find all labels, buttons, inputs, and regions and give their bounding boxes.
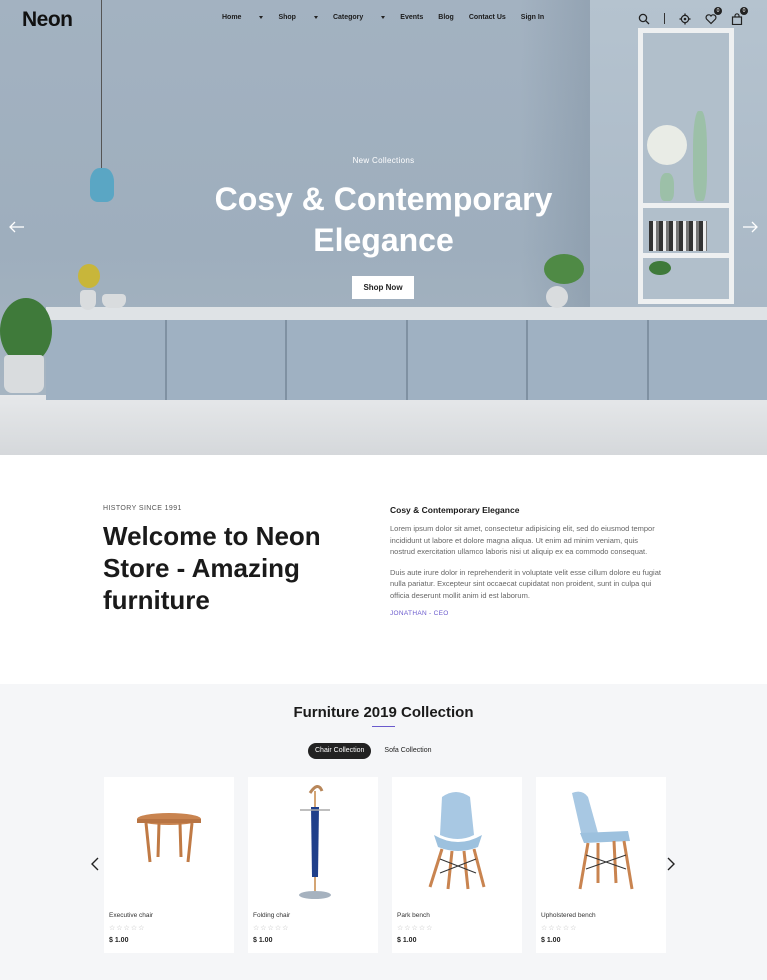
wishlist-count-badge: 0 bbox=[714, 7, 722, 15]
product-price: $ 1.00 bbox=[397, 937, 417, 944]
hero-cabinet bbox=[46, 320, 767, 400]
product-name[interactable]: Park bench bbox=[397, 912, 430, 919]
about-text-block: Cosy & Contemporary Elegance Lorem ipsum… bbox=[390, 505, 665, 617]
product-card[interactable]: Folding chair ☆☆☆☆☆ $ 1.00 bbox=[248, 777, 378, 953]
product-name[interactable]: Upholstered bench bbox=[541, 912, 596, 919]
chevron-down-icon bbox=[381, 15, 386, 19]
product-rating: ☆☆☆☆☆ bbox=[397, 925, 434, 932]
carousel-next-icon[interactable] bbox=[666, 856, 676, 872]
product-image[interactable] bbox=[536, 777, 666, 907]
product-name[interactable]: Folding chair bbox=[253, 912, 290, 919]
nav-item-blog[interactable]: Blog bbox=[438, 14, 454, 21]
main-menu: Home Shop Category Events Blog Contact U… bbox=[222, 14, 559, 21]
hero-counter-top bbox=[46, 307, 767, 320]
product-card[interactable]: Executive chair ☆☆☆☆☆ $ 1.00 bbox=[104, 777, 234, 953]
hero-next-arrow-icon[interactable] bbox=[741, 220, 759, 234]
product-image[interactable] bbox=[392, 777, 522, 907]
hero-prev-arrow-icon[interactable] bbox=[8, 220, 26, 234]
about-paragraph-2: Duis aute irure dolor in reprehenderit i… bbox=[390, 567, 661, 600]
product-image[interactable] bbox=[248, 777, 378, 907]
product-rating: ☆☆☆☆☆ bbox=[109, 925, 146, 932]
shop-now-button[interactable]: Shop Now bbox=[352, 276, 414, 299]
chevron-down-icon bbox=[313, 15, 318, 19]
hero-title-line2: Elegance bbox=[313, 222, 454, 258]
product-price: $ 1.00 bbox=[253, 937, 273, 944]
collection-section: Furniture 2019 Collection Chair Collecti… bbox=[0, 684, 767, 980]
product-name[interactable]: Executive chair bbox=[109, 912, 153, 919]
search-icon[interactable] bbox=[638, 12, 650, 25]
tab-sofa-collection[interactable]: Sofa Collection bbox=[377, 743, 438, 759]
about-signature: JONATHAN - CEO bbox=[390, 610, 449, 617]
product-image[interactable] bbox=[104, 777, 234, 907]
nav-item-home[interactable]: Home bbox=[222, 14, 264, 21]
nav-item-events[interactable]: Events bbox=[400, 14, 423, 21]
tab-chair-collection[interactable]: Chair Collection bbox=[308, 743, 372, 759]
product-rating: ☆☆☆☆☆ bbox=[541, 925, 578, 932]
about-paragraph-1: Lorem ipsum dolor sit amet, consectetur … bbox=[390, 524, 655, 556]
product-price: $ 1.00 bbox=[109, 937, 129, 944]
about-heading: Cosy & Contemporary Elegance bbox=[390, 505, 520, 515]
nav-item-label: Home bbox=[222, 14, 242, 21]
nav-item-sign-in[interactable]: Sign In bbox=[521, 14, 544, 21]
shopping-bag-icon[interactable]: 0 bbox=[731, 7, 748, 26]
hero-title-line1: Cosy & Contemporary bbox=[214, 181, 553, 217]
about-title: Welcome to Neon Store - Amazing furnitur… bbox=[103, 521, 321, 615]
hero-floor bbox=[0, 395, 767, 455]
product-carousel: Executive chair ☆☆☆☆☆ $ 1.00 Folding cha… bbox=[104, 777, 666, 953]
collection-title-underline bbox=[372, 726, 395, 727]
nav-icons: 0 0 bbox=[638, 7, 748, 26]
cart-count-badge: 0 bbox=[740, 7, 748, 15]
heart-icon[interactable]: 0 bbox=[705, 7, 722, 25]
nav-item-shop[interactable]: Shop bbox=[278, 14, 318, 21]
nav-item-label: Category bbox=[332, 14, 364, 21]
nav-item-label: Shop bbox=[278, 14, 296, 21]
carousel-prev-icon[interactable] bbox=[90, 856, 100, 872]
top-navbar: Neon Home Shop Category Events Blog Cont… bbox=[0, 0, 767, 38]
product-card[interactable]: Upholstered bench ☆☆☆☆☆ $ 1.00 bbox=[536, 777, 666, 953]
product-rating: ☆☆☆☆☆ bbox=[253, 925, 290, 932]
nav-item-category[interactable]: Category bbox=[332, 14, 386, 21]
gear-icon[interactable] bbox=[679, 12, 691, 25]
hero-banner: Neon Home Shop Category Events Blog Cont… bbox=[0, 0, 767, 455]
hero-subtitle: New Collections bbox=[352, 156, 415, 165]
product-card[interactable]: Park bench ☆☆☆☆☆ $ 1.00 bbox=[392, 777, 522, 953]
nav-divider bbox=[664, 12, 665, 24]
collection-tabs: Chair Collection Sofa Collection bbox=[308, 743, 439, 759]
collection-title: Furniture 2019 Collection bbox=[293, 704, 474, 721]
product-price: $ 1.00 bbox=[541, 937, 561, 944]
chevron-down-icon bbox=[259, 15, 264, 19]
nav-item-contact[interactable]: Contact Us bbox=[469, 14, 506, 21]
about-kicker: HISTORY SINCE 1991 bbox=[103, 505, 182, 512]
brand-logo[interactable]: Neon bbox=[22, 8, 73, 32]
hero-text: New Collections Cosy & Contemporary Eleg… bbox=[0, 156, 767, 261]
